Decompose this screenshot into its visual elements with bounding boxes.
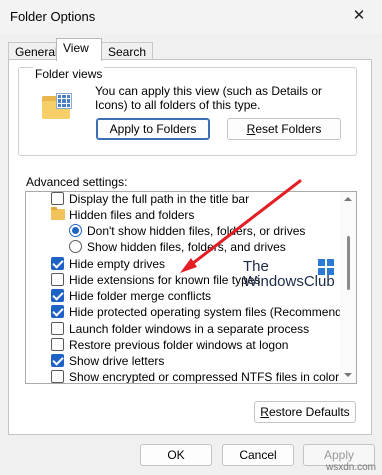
folder-views-description: You can apply this view (such as Details…	[95, 84, 323, 112]
cancel-button[interactable]: Cancel	[222, 444, 294, 466]
checkbox[interactable]	[51, 322, 64, 335]
vertical-scrollbar[interactable]	[340, 192, 356, 383]
checkbox[interactable]	[51, 370, 64, 383]
restore-defaults-button[interactable]: Restore Defaults	[254, 401, 356, 423]
checkbox[interactable]	[51, 192, 64, 205]
radio-button[interactable]	[69, 240, 82, 253]
windows-logo-icon	[318, 259, 334, 275]
scroll-down-icon[interactable]	[344, 373, 352, 377]
scroll-up-icon[interactable]	[344, 197, 352, 201]
checkbox[interactable]	[51, 305, 64, 318]
folder-view-icon	[42, 93, 72, 119]
radio-button[interactable]	[69, 224, 82, 237]
advanced-settings-label: Advanced settings:	[26, 175, 128, 189]
ok-button[interactable]: OK	[140, 444, 212, 466]
site-watermark: wsxdn.com	[325, 462, 376, 473]
checkbox[interactable]	[51, 289, 64, 302]
checkbox[interactable]	[51, 257, 64, 270]
apply-to-folders-button[interactable]: Apply to Folders	[96, 118, 210, 140]
title-bar: Folder Options ✕	[0, 0, 382, 34]
close-icon[interactable]: ✕	[346, 4, 372, 28]
watermark-logo: The WindowsClub	[243, 258, 335, 290]
scroll-thumb[interactable]	[347, 236, 350, 290]
tab-view[interactable]: View	[56, 38, 102, 61]
checkbox[interactable]	[51, 354, 64, 367]
checkbox[interactable]	[51, 338, 64, 351]
window-title: Folder Options	[10, 9, 96, 24]
reset-folders-button[interactable]: Reset Folders	[227, 118, 341, 140]
folder-icon	[51, 207, 65, 220]
checkbox[interactable]	[51, 273, 64, 286]
folder-views-label: Folder views	[33, 67, 105, 81]
